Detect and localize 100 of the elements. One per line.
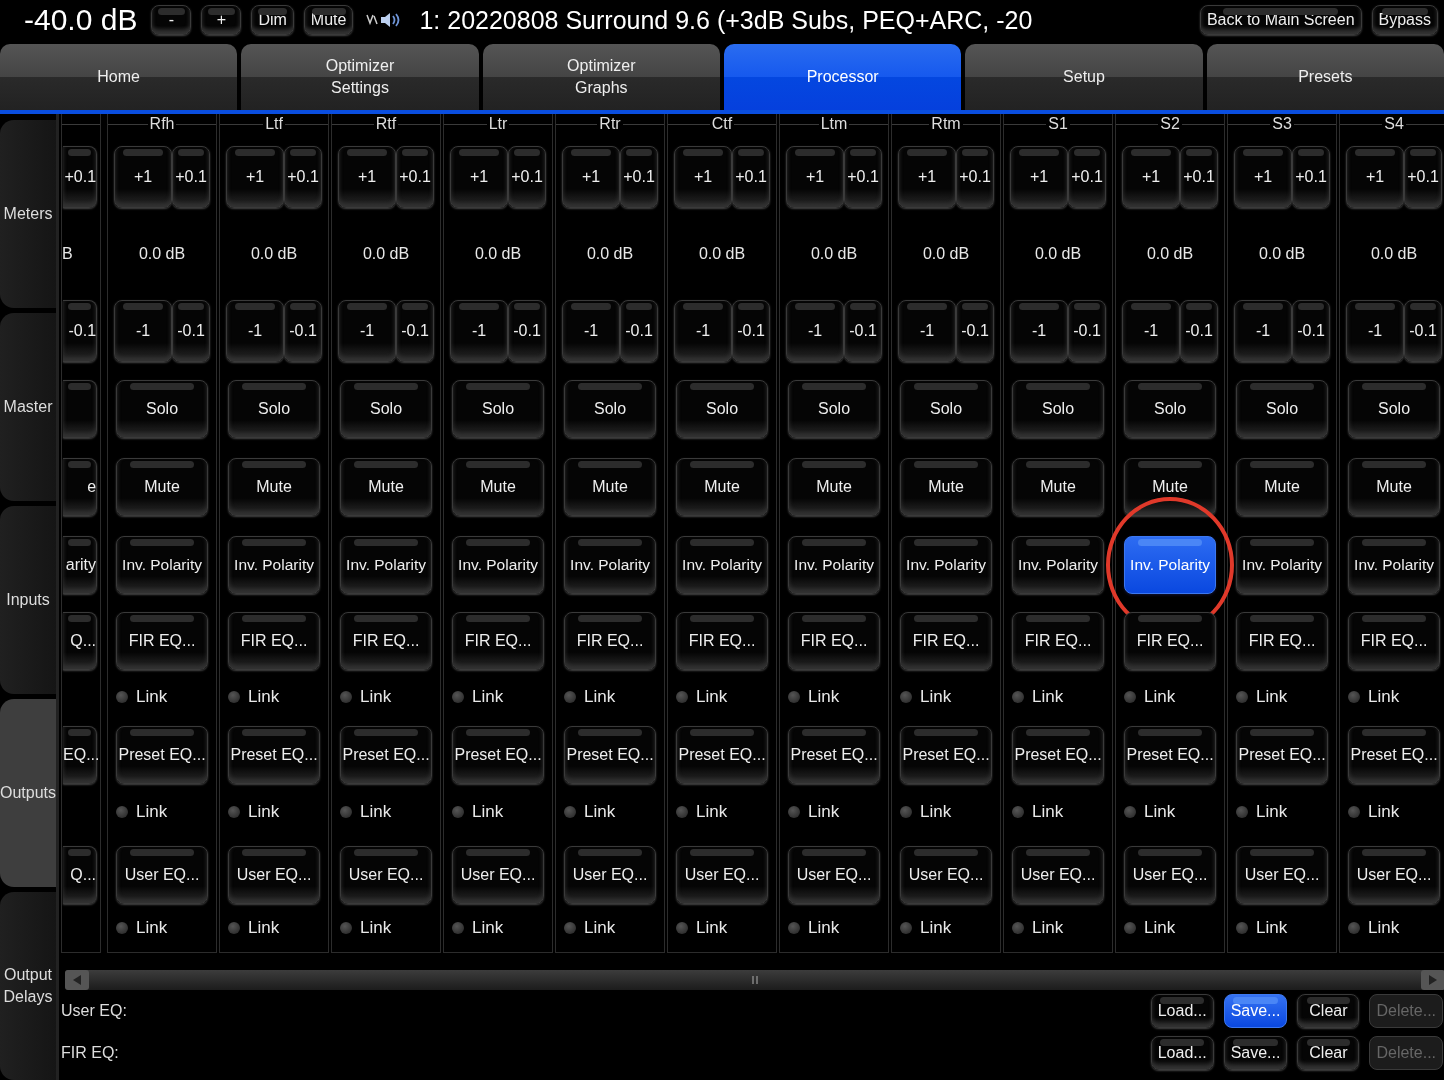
mute-button[interactable]: Mute [228,458,321,516]
preset-eq-button[interactable]: Preset EQ... [340,726,433,784]
solo-button[interactable]: Solo [116,380,209,438]
volume-button[interactable]: Mute [303,5,354,35]
side-tab[interactable]: Outputs [0,699,57,887]
solo-button[interactable]: Solo [1236,380,1329,438]
mute-button[interactable]: Mute [564,458,657,516]
eq-action-button[interactable]: Clear [1297,994,1360,1028]
link-label[interactable]: Link [920,918,952,938]
gain-step-button[interactable]: -1 [226,300,285,362]
link-label[interactable]: Link [584,918,616,938]
side-tab[interactable]: Inputs [0,506,57,694]
mute-button[interactable]: Mute [1012,458,1105,516]
solo-button[interactable]: Solo [676,380,769,438]
side-tab[interactable]: Meters [0,120,57,308]
user-eq-button[interactable]: User EQ... [452,846,545,904]
header-button[interactable]: Bypass [1371,5,1438,35]
link-label[interactable]: Link [136,802,168,822]
mute-button[interactable]: Mute [900,458,993,516]
user-eq-button[interactable]: Q... [63,846,98,904]
solo-button[interactable]: Solo [564,380,657,438]
eq-action-button[interactable]: Clear [1297,1036,1360,1070]
link-label[interactable]: Link [248,687,280,707]
solo-button[interactable]: Solo [1012,380,1105,438]
gain-step-button[interactable]: +1 [1122,146,1181,208]
gain-step-button[interactable]: +1 [562,146,621,208]
polarity-button[interactable]: arity [63,536,98,594]
mute-button[interactable]: Mute [676,458,769,516]
polarity-button[interactable]: Inv. Polarity [452,536,545,594]
eq-action-button[interactable]: Save... [1223,994,1288,1028]
preset-eq-button[interactable]: Preset EQ... [1348,726,1441,784]
link-label[interactable]: Link [696,687,728,707]
eq-action-button[interactable]: Load... [1150,994,1214,1028]
gain-step-button[interactable]: -1 [1234,300,1293,362]
fir-eq-button[interactable]: FIR EQ... [1124,612,1217,670]
gain-step-button[interactable]: -0.1 [1180,300,1219,362]
scroll-left-icon[interactable] [65,970,90,990]
gain-step-button[interactable]: -0.1 [956,300,995,362]
gain-step-button[interactable]: +1 [1234,146,1293,208]
link-label[interactable]: Link [472,802,504,822]
side-tab[interactable]: Master [0,313,57,501]
gain-step-button[interactable]: -0.1 [844,300,883,362]
gain-step-button[interactable]: +0.1 [732,146,771,208]
fir-eq-button[interactable]: FIR EQ... [676,612,769,670]
fir-eq-button[interactable]: FIR EQ... [1236,612,1329,670]
polarity-button[interactable]: Inv. Polarity [1124,536,1217,594]
fir-eq-button[interactable]: FIR EQ... [564,612,657,670]
link-label[interactable]: Link [1368,687,1400,707]
fir-eq-button[interactable]: FIR EQ... [1348,612,1441,670]
solo-button[interactable] [63,380,98,438]
polarity-button[interactable]: Inv. Polarity [1348,536,1441,594]
link-label[interactable]: Link [1032,687,1064,707]
gain-step-button[interactable]: -1 [338,300,397,362]
preset-eq-button[interactable]: Preset EQ... [1012,726,1105,784]
mute-button[interactable]: e [63,458,98,516]
gain-step-button[interactable]: -0.1 [1404,300,1443,362]
link-label[interactable]: Link [360,687,392,707]
gain-step-button[interactable]: +0.1 [620,146,659,208]
user-eq-button[interactable]: User EQ... [900,846,993,904]
gain-step-button[interactable]: +0.1 [1292,146,1331,208]
link-label[interactable]: Link [808,687,840,707]
link-label[interactable]: Link [808,918,840,938]
user-eq-button[interactable]: User EQ... [676,846,769,904]
solo-button[interactable]: Solo [452,380,545,438]
horizontal-scrollbar[interactable] [65,970,1444,990]
polarity-button[interactable]: Inv. Polarity [340,536,433,594]
polarity-button[interactable]: Inv. Polarity [788,536,881,594]
nav-tab[interactable]: Home [0,44,238,110]
gain-step-button[interactable]: -1 [898,300,957,362]
preset-eq-button[interactable]: Preset EQ... [788,726,881,784]
gain-step-button[interactable]: -0.1 [396,300,435,362]
mute-button[interactable]: Mute [1348,458,1441,516]
gain-step-button[interactable]: +1 [338,146,397,208]
polarity-button[interactable]: Inv. Polarity [1236,536,1329,594]
gain-step-button[interactable]: -0.1 [1292,300,1331,362]
gain-step-button[interactable]: -0.1 [1068,300,1107,362]
polarity-button[interactable]: Inv. Polarity [676,536,769,594]
link-label[interactable]: Link [808,802,840,822]
volume-button[interactable]: + [201,5,242,35]
preset-eq-button[interactable]: Preset EQ... [564,726,657,784]
link-label[interactable]: Link [472,918,504,938]
link-label[interactable]: Link [136,687,168,707]
gain-step-button[interactable]: +1 [786,146,845,208]
eq-action-button[interactable]: Load... [1150,1036,1214,1070]
gain-step-button[interactable]: -0.1 [63,300,98,362]
preset-eq-button[interactable]: Preset EQ... [228,726,321,784]
fir-eq-button[interactable]: Q... [63,612,98,670]
gain-step-button[interactable]: +0.1 [396,146,435,208]
solo-button[interactable]: Solo [340,380,433,438]
gain-step-button[interactable]: -0.1 [508,300,547,362]
user-eq-button[interactable]: User EQ... [340,846,433,904]
gain-step-button[interactable]: +1 [450,146,509,208]
solo-button[interactable]: Solo [788,380,881,438]
solo-button[interactable]: Solo [900,380,993,438]
gain-step-button[interactable]: +0.1 [172,146,211,208]
user-eq-button[interactable]: User EQ... [788,846,881,904]
gain-step-button[interactable]: -1 [1346,300,1405,362]
gain-step-button[interactable]: +1 [1346,146,1405,208]
link-label[interactable]: Link [584,802,616,822]
user-eq-button[interactable]: User EQ... [1012,846,1105,904]
